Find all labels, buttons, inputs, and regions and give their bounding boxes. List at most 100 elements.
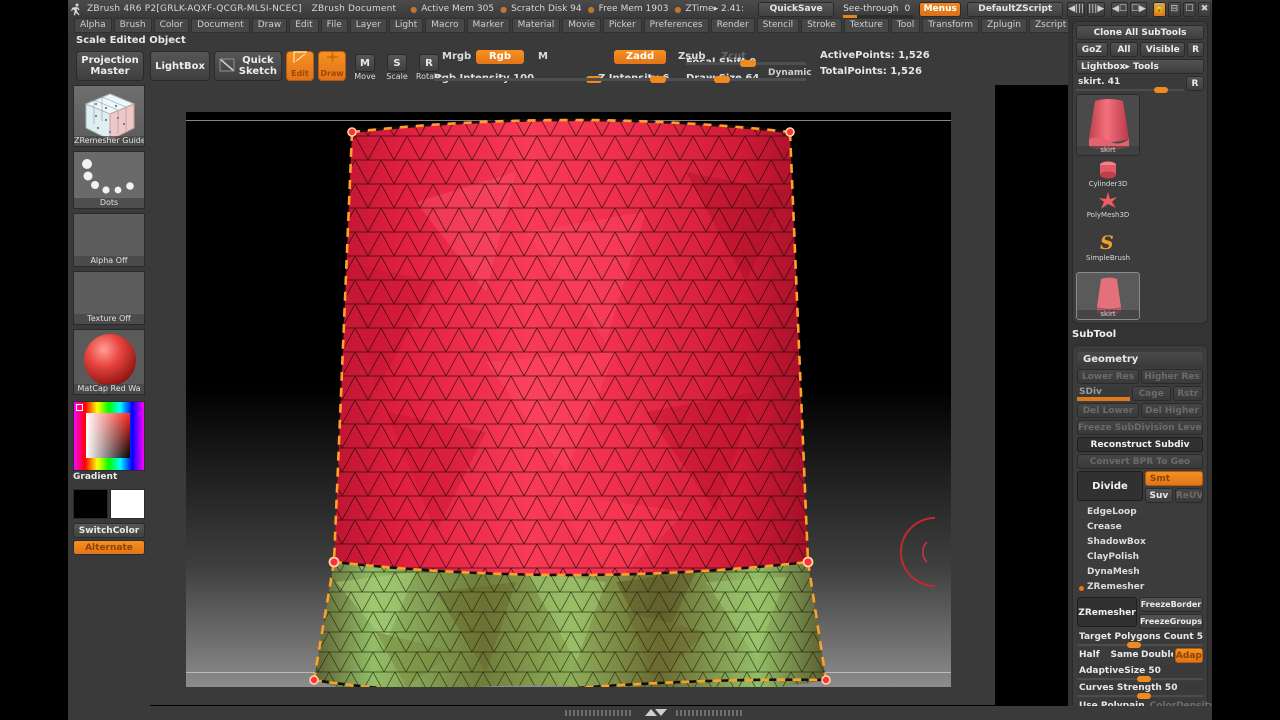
lightbox-button[interactable]: LightBox bbox=[150, 51, 210, 81]
menu-item-tool[interactable]: Tool bbox=[890, 18, 921, 33]
quicksave-button[interactable]: QuickSave bbox=[758, 1, 835, 17]
menu-item-stencil[interactable]: Stencil bbox=[756, 18, 800, 33]
menu-item-zscript[interactable]: Zscript bbox=[1029, 18, 1073, 33]
sdiv-slider[interactable]: SDiv bbox=[1077, 386, 1130, 401]
scale-gizmo-arc[interactable] bbox=[897, 512, 951, 592]
freeze-subdivision-button[interactable]: Freeze SubDivision Levels bbox=[1077, 420, 1203, 435]
zscript-button[interactable]: DefaultZScript bbox=[967, 1, 1064, 17]
tool-thumbnail-grid[interactable]: skirt Cylinder3D PolyMesh3D S SimpleBrus… bbox=[1076, 94, 1204, 320]
maximize-icon[interactable]: ☐ bbox=[1182, 1, 1196, 17]
lightbox-tools-button[interactable]: Lightbox▸ Tools bbox=[1076, 59, 1204, 74]
move-button[interactable]: M Move bbox=[350, 51, 380, 81]
geometry-section-zremesher[interactable]: ZRemesher bbox=[1077, 580, 1203, 595]
menu-item-texture[interactable]: Texture bbox=[843, 18, 889, 33]
lock-icon[interactable]: 🔒 bbox=[1152, 1, 1166, 17]
bottom-scroll-right[interactable] bbox=[676, 710, 744, 716]
menu-item-document[interactable]: Document bbox=[191, 18, 250, 33]
menu-item-transform[interactable]: Transform bbox=[922, 18, 979, 33]
del-lower-button[interactable]: Del Lower bbox=[1077, 403, 1139, 418]
menu-item-zplugin[interactable]: Zplugin bbox=[981, 18, 1028, 33]
alternate-button[interactable]: Alternate bbox=[73, 540, 145, 555]
alpha-thumbnail[interactable]: Alpha Off bbox=[73, 213, 145, 267]
stroke-thumbnail[interactable]: Dots bbox=[73, 151, 145, 209]
color-swatches[interactable] bbox=[73, 489, 145, 519]
tool-thumb-simplebrush[interactable]: S SimpleBrush bbox=[1076, 222, 1140, 270]
menu-item-preferences[interactable]: Preferences bbox=[643, 18, 709, 33]
reuv-button[interactable]: ReUV bbox=[1174, 488, 1203, 503]
geometry-section-claypolish[interactable]: ClayPolish bbox=[1077, 550, 1203, 565]
draw-button[interactable]: Draw bbox=[318, 51, 346, 81]
menu-item-stroke[interactable]: Stroke bbox=[801, 18, 842, 33]
cage-button[interactable]: Cage bbox=[1131, 386, 1171, 401]
bottom-scroll-left[interactable] bbox=[565, 710, 633, 716]
close-icon[interactable]: ✖ bbox=[1197, 1, 1211, 17]
reconstruct-subdiv-button[interactable]: Reconstruct Subdiv bbox=[1077, 437, 1203, 452]
geometry-section-title[interactable]: Geometry bbox=[1077, 352, 1203, 367]
menu-item-layer[interactable]: Layer bbox=[349, 18, 387, 33]
material-thumbnail[interactable]: MatCap Red Wa bbox=[73, 329, 145, 395]
bottom-scroll-arrows[interactable] bbox=[634, 708, 674, 718]
menu-item-movie[interactable]: Movie bbox=[562, 18, 601, 33]
all-button[interactable]: All bbox=[1109, 42, 1139, 57]
menu-item-material[interactable]: Material bbox=[511, 18, 561, 33]
half-button[interactable]: Half bbox=[1077, 648, 1108, 663]
sdiv-track[interactable] bbox=[1077, 397, 1130, 401]
target-polygons-slider[interactable]: Target Polygons Count 5 bbox=[1077, 631, 1203, 648]
color-wheel[interactable] bbox=[73, 401, 145, 471]
main-color-swatch[interactable] bbox=[73, 489, 108, 519]
stroke-palette-item[interactable]: Dots bbox=[73, 151, 145, 209]
scale-button[interactable]: S Scale bbox=[382, 51, 412, 81]
texture-thumbnail[interactable]: Texture Off bbox=[73, 271, 145, 325]
menu-item-draw[interactable]: Draw bbox=[251, 18, 288, 33]
smt-button[interactable]: Smt bbox=[1144, 471, 1203, 486]
divide-button[interactable]: Divide bbox=[1077, 471, 1143, 501]
clone-all-subtools-button[interactable]: Clone All SubTools bbox=[1076, 25, 1204, 40]
rstr-button[interactable]: Rstr bbox=[1172, 386, 1203, 401]
edit-button[interactable]: Edit bbox=[286, 51, 314, 81]
texture-palette-item[interactable]: Texture Off bbox=[73, 271, 145, 325]
menu-item-alpha[interactable]: Alpha bbox=[74, 18, 112, 33]
rgb-toggle[interactable]: Rgb bbox=[476, 50, 524, 64]
menu-item-light[interactable]: Light bbox=[388, 18, 424, 33]
adapt-button[interactable]: Adapt bbox=[1174, 648, 1203, 663]
minimize-icon[interactable]: ⊟ bbox=[1167, 1, 1181, 17]
dynamic-label[interactable]: Dynamic bbox=[768, 68, 812, 78]
skirt-mesh-model[interactable] bbox=[186, 112, 951, 687]
menus-button[interactable]: Menus bbox=[919, 1, 962, 17]
tool-thumb-polymesh3d[interactable]: PolyMesh3D bbox=[1087, 191, 1129, 219]
brush-thumbnail[interactable]: ZRemesher Guides bbox=[73, 85, 145, 147]
goz-r-button[interactable]: R bbox=[1187, 42, 1204, 57]
tool-thumb-skirt-large[interactable]: skirt bbox=[1076, 94, 1140, 156]
cascade-window-icon[interactable]: ☐▶ bbox=[1129, 1, 1147, 17]
zremesher-button[interactable]: ZRemesher bbox=[1077, 597, 1137, 627]
tool-r-button[interactable]: R bbox=[1186, 76, 1204, 91]
menu-item-macro[interactable]: Macro bbox=[425, 18, 465, 33]
brush-palette-item[interactable]: ZRemesher Guides bbox=[73, 85, 145, 147]
draw-size-knob[interactable] bbox=[714, 76, 730, 83]
convert-bpr-to-geo-button[interactable]: Convert BPR To Geo bbox=[1077, 454, 1203, 469]
restore-window-icon[interactable]: ◀☐ bbox=[1110, 1, 1128, 17]
double-button[interactable]: Double bbox=[1141, 648, 1173, 663]
tool-item-knob[interactable] bbox=[1153, 87, 1168, 93]
geometry-section-shadowbox[interactable]: ShadowBox bbox=[1077, 535, 1203, 550]
z-intensity-knob[interactable] bbox=[650, 76, 666, 83]
freeze-border-button[interactable]: FreezeBorder bbox=[1138, 597, 1203, 612]
geometry-section-edgeloop[interactable]: EdgeLoop bbox=[1077, 505, 1203, 520]
tool-item-track[interactable] bbox=[1076, 89, 1184, 91]
geometry-section-dynamesh[interactable]: DynaMesh bbox=[1077, 565, 1203, 580]
target-polygons-knob[interactable] bbox=[1127, 642, 1142, 648]
lower-res-button[interactable]: Lower Res bbox=[1077, 369, 1139, 384]
mrgb-toggle[interactable]: Mrgb bbox=[434, 50, 479, 64]
tool-thumb-skirt-small[interactable]: skirt bbox=[1076, 272, 1140, 320]
scroll-right-icon[interactable]: |||▶ bbox=[1087, 1, 1106, 17]
quick-sketch-button[interactable]: Quick Sketch bbox=[214, 51, 282, 81]
same-button[interactable]: Same bbox=[1110, 648, 1139, 663]
menu-item-edit[interactable]: Edit bbox=[289, 18, 319, 33]
color-picker[interactable]: Gradient bbox=[73, 401, 145, 482]
projection-master-button[interactable]: Projection Master bbox=[76, 51, 144, 81]
higher-res-button[interactable]: Higher Res bbox=[1141, 369, 1203, 384]
menu-item-picker[interactable]: Picker bbox=[602, 18, 642, 33]
menu-item-marker[interactable]: Marker bbox=[466, 18, 510, 33]
menu-item-file[interactable]: File bbox=[320, 18, 348, 33]
menu-item-brush[interactable]: Brush bbox=[113, 18, 152, 33]
